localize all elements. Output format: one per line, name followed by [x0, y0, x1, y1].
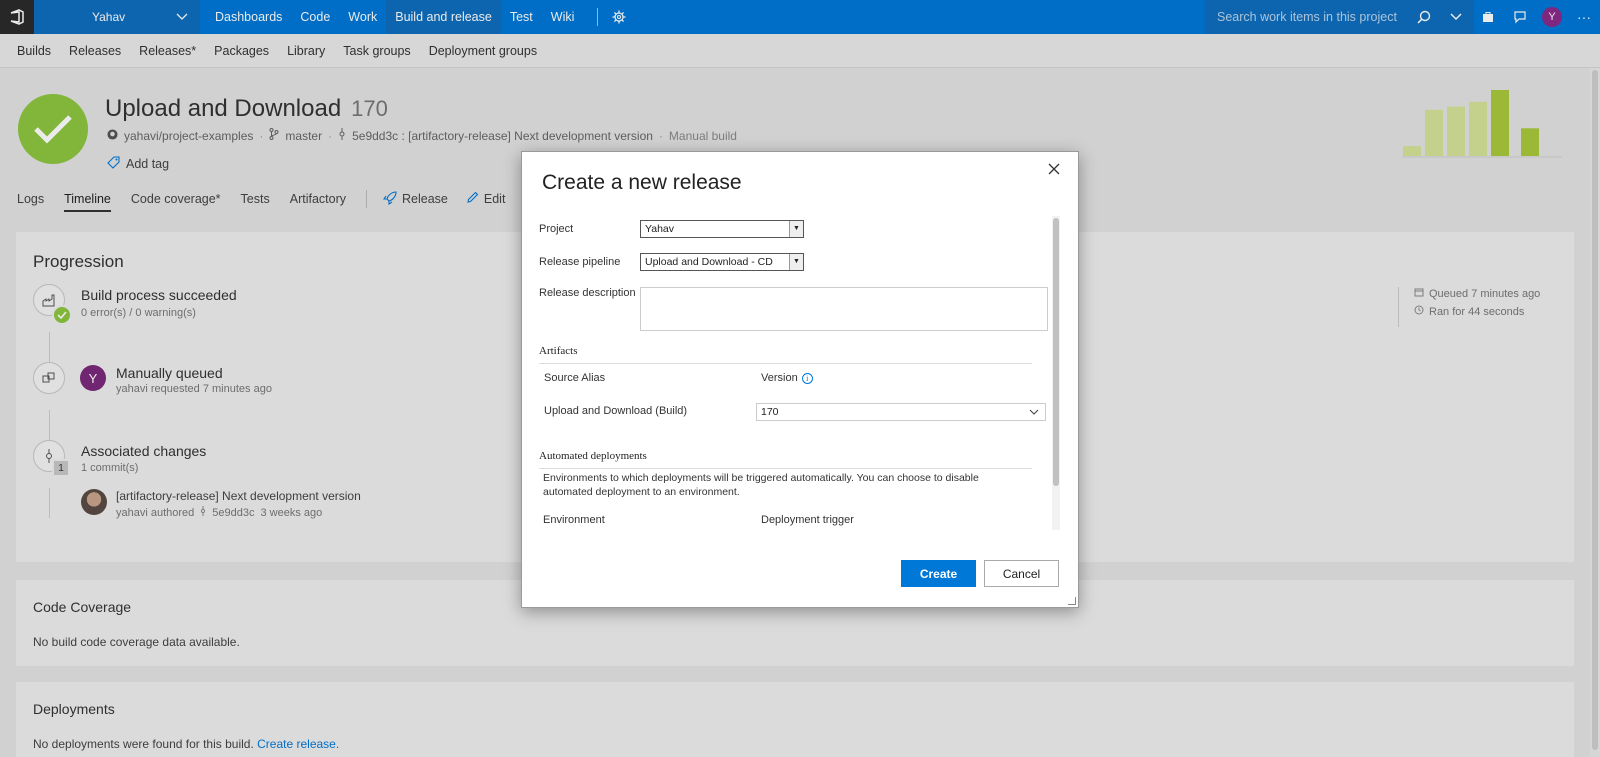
- project-select[interactable]: Yahav ▼: [640, 220, 804, 238]
- source-alias-header: Source Alias: [544, 372, 606, 384]
- close-icon[interactable]: [1048, 162, 1064, 178]
- artifact-version-value: 170: [761, 406, 779, 418]
- info-icon[interactable]: i: [801, 372, 813, 384]
- artifact-name: Upload and Download (Build): [544, 405, 688, 417]
- artifact-version-select[interactable]: 170: [756, 403, 1046, 421]
- pipeline-select[interactable]: Upload and Download - CD ▼: [640, 253, 804, 271]
- dialog-title: Create a new release: [542, 171, 742, 194]
- dropdown-arrow-icon: ▼: [789, 221, 803, 237]
- release-description-input[interactable]: [640, 287, 1048, 331]
- version-header: Version i: [761, 372, 813, 384]
- create-release-dialog: Create a new release Project Yahav ▼ Rel…: [521, 151, 1079, 608]
- create-button[interactable]: Create: [901, 560, 976, 587]
- environment-header: Environment: [543, 514, 605, 526]
- version-header-label: Version: [761, 372, 798, 384]
- automated-deployments-description: Environments to which deployments will b…: [543, 472, 979, 498]
- cancel-button[interactable]: Cancel: [984, 560, 1059, 587]
- automated-deployments-heading: Automated deployments: [539, 450, 1032, 469]
- resize-handle[interactable]: [1068, 597, 1076, 605]
- artifacts-heading: Artifacts: [539, 345, 1032, 364]
- pipeline-label: Release pipeline: [539, 256, 621, 268]
- project-select-value: Yahav: [645, 223, 674, 235]
- pipeline-select-value: Upload and Download - CD: [645, 256, 773, 268]
- description-label: Release description: [539, 287, 636, 299]
- deployment-trigger-header: Deployment trigger: [761, 514, 854, 526]
- chevron-down-icon: [1029, 404, 1039, 426]
- project-label: Project: [539, 223, 574, 235]
- dialog-scrollbar-thumb[interactable]: [1053, 218, 1059, 486]
- dropdown-arrow-icon: ▼: [789, 254, 803, 270]
